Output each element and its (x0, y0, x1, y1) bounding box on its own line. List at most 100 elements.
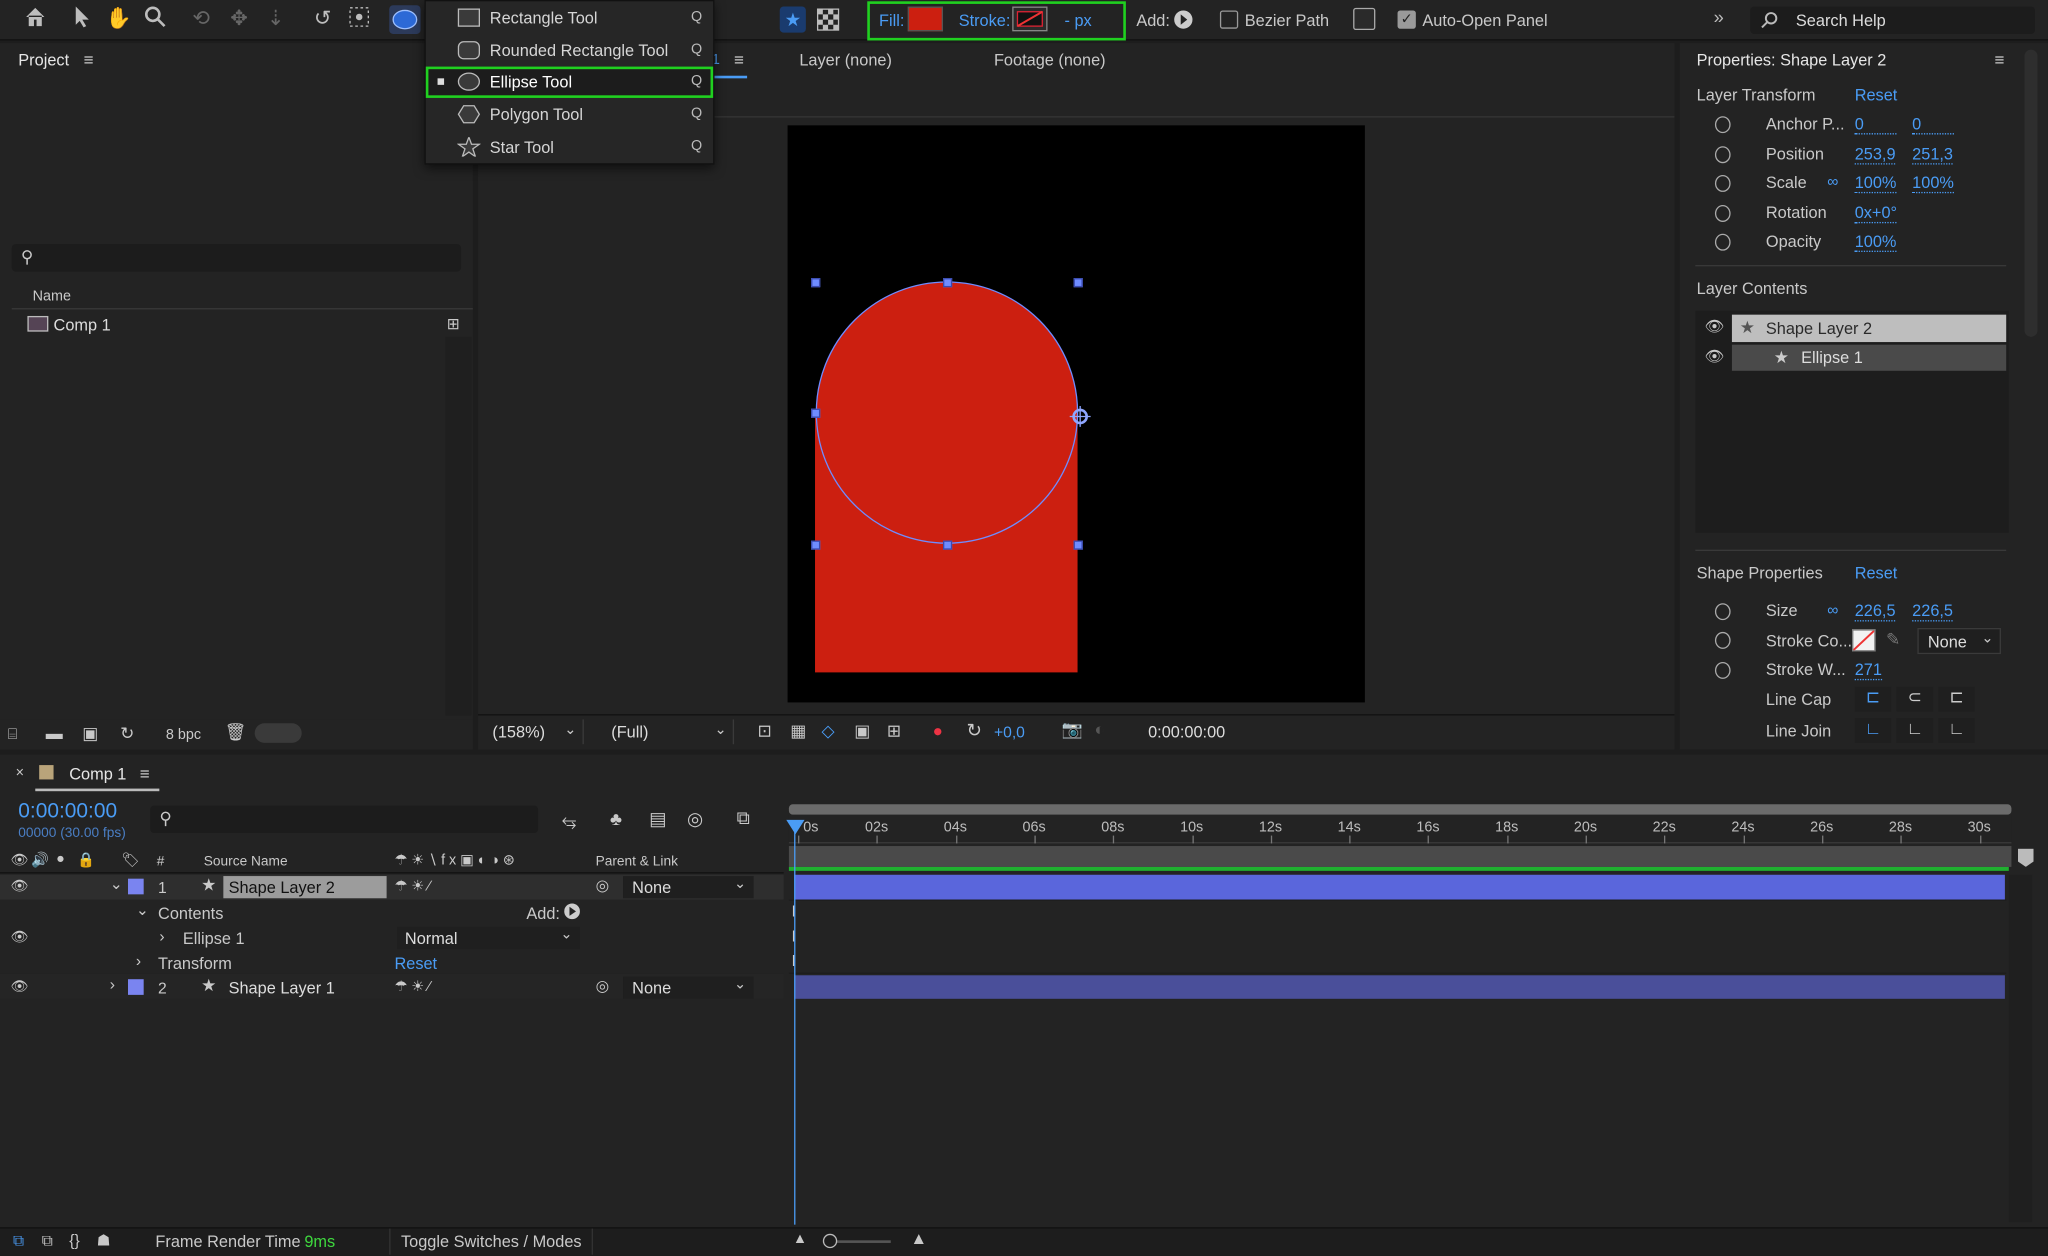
eye-icon[interactable]: 👁 (10, 877, 28, 895)
scale-x-value[interactable]: 100% (1854, 174, 1897, 194)
trash-icon[interactable]: 🗑 (225, 722, 247, 743)
fast-preview-icon[interactable]: ⊡ (758, 721, 772, 742)
project-search-input[interactable]: ⚲ (11, 244, 462, 272)
layer-bar-1[interactable] (794, 874, 2005, 900)
contents-item-ellipse-1[interactable]: ★ Ellipse 1 (1731, 344, 2007, 371)
parent-dropdown[interactable]: None ⌄ (623, 976, 754, 999)
mask-visibility-icon[interactable]: ◇ (822, 721, 835, 742)
bbox-handle[interactable] (943, 540, 953, 550)
new-folder-icon[interactable]: ▬ (46, 723, 63, 743)
audio-column-icon[interactable]: 🔊 (31, 851, 49, 869)
stopwatch-icon[interactable] (1714, 631, 1731, 649)
anchor-y-value[interactable]: 0 (1912, 115, 1954, 135)
resolution-dropdown[interactable]: (Full) ⌄ (603, 719, 735, 745)
miter-join-button[interactable]: ∟ (1854, 718, 1892, 743)
position-y-value[interactable]: 251,3 (1912, 145, 1954, 165)
shape-properties-reset[interactable]: Reset (1855, 564, 1898, 582)
timeline-scrollbar[interactable] (2008, 874, 2033, 1223)
eye-icon[interactable]: 👁 (10, 928, 28, 946)
pan-camera-icon[interactable]: ✥ (225, 5, 254, 34)
star-fill-toggle[interactable]: ★ (779, 6, 806, 33)
layer-bar-2[interactable] (794, 975, 2005, 999)
toggle-switches-modes-button[interactable]: Toggle Switches / Modes (389, 1228, 593, 1255)
playhead-icon[interactable] (786, 819, 805, 835)
new-composition-icon[interactable]: ▣ (82, 723, 98, 744)
fill-color-swatch[interactable] (907, 6, 944, 32)
expand-transform-icon[interactable]: › (136, 952, 141, 970)
butt-cap-button[interactable]: ⊏ (1854, 686, 1892, 712)
mask-toggle-icon[interactable] (816, 8, 840, 32)
motion-blur-icon[interactable]: ◎ (687, 808, 703, 830)
footage-viewer-tab[interactable]: Footage (none) (994, 51, 1106, 69)
ellipse-tool-button[interactable] (389, 5, 421, 34)
align-icon[interactable] (1353, 7, 1376, 31)
show-snapshot-icon[interactable]: ◐ (1095, 719, 1105, 739)
stroke-type-dropdown[interactable]: None ⌄ (1917, 627, 2001, 655)
orbit-camera-icon[interactable]: ⟲ (187, 5, 216, 34)
menu-item-ellipse-tool[interactable]: Ellipse Tool Q (425, 66, 714, 98)
anchor-x-value[interactable]: 0 (1854, 115, 1897, 135)
bpc-label[interactable]: 8 bpc (166, 727, 201, 743)
exposure-value[interactable]: +0,0 (994, 723, 1025, 741)
render-toggle-icon[interactable]: ⧉ (13, 1231, 24, 1251)
auto-open-checkbox[interactable]: ✓ (1397, 10, 1416, 29)
close-tab-icon[interactable]: × (16, 765, 24, 781)
projecting-cap-button[interactable]: ⊏ (1938, 686, 1975, 712)
fill-label[interactable]: Fill: (879, 12, 904, 30)
layer-color-label[interactable] (127, 878, 144, 895)
rotation-value[interactable]: 0x+0° (1854, 204, 1898, 224)
pan-behind-tool-icon[interactable] (345, 5, 374, 34)
region-of-interest-icon[interactable]: ▣ (854, 721, 870, 742)
selection-tool-icon[interactable] (68, 5, 97, 34)
eye-icon[interactable]: 👁 (10, 978, 28, 995)
interpret-footage-icon[interactable]: ⌸ (8, 725, 17, 745)
search-help-box[interactable]: Search Help (1750, 6, 2035, 34)
stroke-label[interactable]: Stroke: (959, 12, 1011, 30)
parent-dropdown[interactable]: None ⌄ (623, 876, 754, 899)
layer-viewer-tab[interactable]: Layer (none) (799, 51, 892, 69)
source-name-column[interactable]: Source Name (204, 854, 288, 870)
stroke-width-value[interactable]: - px (1064, 12, 1091, 30)
layer-transform-reset[interactable]: Reset (1855, 86, 1898, 104)
flowchart-icon[interactable]: ⊞ (447, 315, 460, 333)
stroke-color-swatch[interactable] (1012, 6, 1048, 32)
stroke-color-swatch[interactable] (1852, 629, 1876, 652)
project-item-comp1[interactable]: Comp 1 (12, 312, 443, 338)
round-cap-button[interactable]: ⊂ (1896, 686, 1934, 712)
hash-column[interactable]: # (157, 854, 165, 870)
thumbnail-slider[interactable] (254, 723, 302, 743)
shy-layers-icon[interactable]: ♣ (610, 808, 622, 829)
viewer-menu-icon[interactable]: ≡ (734, 50, 744, 70)
anchor-point-icon[interactable] (1068, 405, 1092, 429)
graph-editor-icon[interactable]: ⧉ (737, 807, 750, 829)
zoom-in-icon[interactable]: ▲ (910, 1229, 927, 1249)
project-col-name[interactable]: Name (33, 289, 71, 305)
stopwatch-icon[interactable] (1714, 116, 1731, 134)
hand-tool-icon[interactable]: ✋ (104, 5, 133, 34)
menu-item-polygon-tool[interactable]: Polygon Tool Q (426, 99, 713, 130)
expand-ellipse-icon[interactable]: › (159, 927, 164, 945)
project-scrollbar[interactable] (445, 336, 472, 716)
expand-layer-icon[interactable]: › (110, 975, 115, 993)
stopwatch-icon[interactable] (1714, 233, 1731, 251)
eyedropper-icon[interactable]: ✎ (1886, 629, 1900, 650)
reset-exposure-icon[interactable]: ↻ (967, 719, 982, 741)
current-time-indicator[interactable] (794, 825, 796, 1225)
timeline-comp-tab[interactable]: Comp 1 (69, 765, 126, 783)
layer-switches[interactable]: ☂☀∕ (394, 877, 434, 895)
layer-color-label[interactable] (127, 979, 144, 995)
lock-column-icon[interactable]: 🔒 (77, 851, 95, 869)
composition-flowchart-icon[interactable]: ⥃ (562, 809, 577, 831)
blend-mode-dropdown[interactable]: Normal ⌄ (397, 926, 580, 950)
size-y-value[interactable]: 226,5 (1912, 602, 1954, 622)
bbox-handle[interactable] (1073, 540, 1083, 550)
bbox-handle[interactable] (943, 278, 953, 288)
switches-column-icons[interactable]: ☂☀∖fx▣◐◑⊛ (394, 851, 518, 869)
adjust-project-icon[interactable]: ↻ (120, 723, 134, 744)
size-x-value[interactable]: 226,5 (1854, 602, 1896, 622)
zoom-out-icon[interactable]: ▲ (793, 1231, 807, 1247)
eye-icon[interactable]: 👁 (1704, 317, 1724, 335)
snapshot-icon[interactable]: 📷 (1062, 719, 1083, 740)
render-time-toggle-icon[interactable]: ☗ (97, 1231, 111, 1249)
work-area-band[interactable] (788, 846, 2012, 867)
